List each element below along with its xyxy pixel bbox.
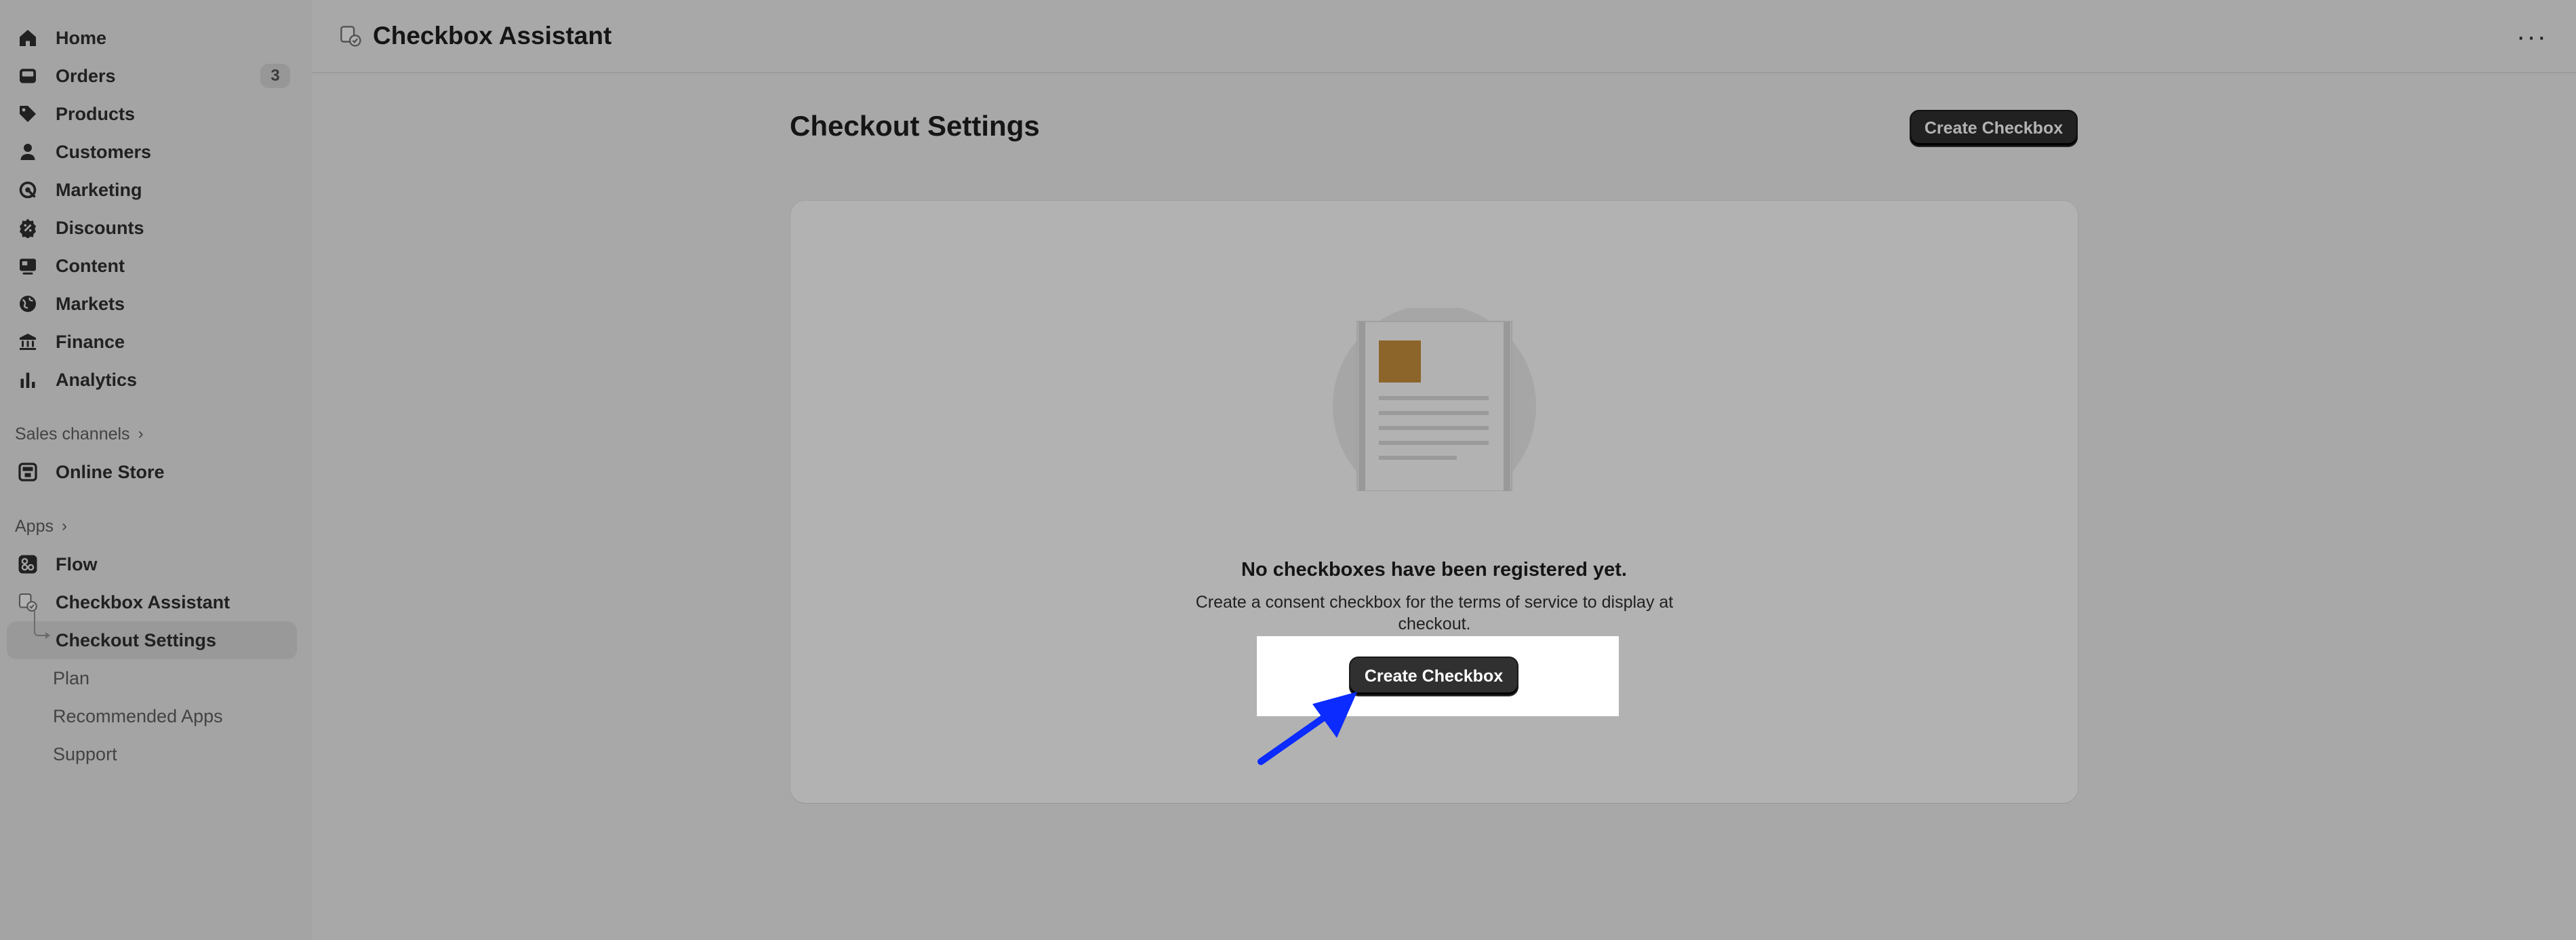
sidebar-item-support[interactable]: Support — [0, 735, 312, 773]
flow-icon — [16, 553, 39, 576]
chevron-right-icon: › — [61, 517, 67, 535]
sidebar-item-label: Checkout Settings — [56, 629, 217, 650]
sidebar-item-label: Content — [56, 255, 125, 276]
sidebar-item-plan[interactable]: Plan — [0, 659, 312, 697]
highlighted-create-checkbox-button[interactable]: Create Checkbox — [1349, 657, 1518, 696]
sidebar-item-flow[interactable]: Flow — [7, 545, 297, 583]
sidebar-item-recommended-apps[interactable]: Recommended Apps — [0, 697, 312, 735]
content-icon — [16, 254, 39, 277]
sidebar-item-label: Customers — [56, 141, 152, 162]
sidebar-item-label: Plan — [53, 667, 90, 688]
empty-state-heading: No checkboxes have been registered yet. — [1241, 559, 1627, 581]
sidebar-item-label: Analytics — [56, 369, 138, 390]
sidebar-item-online-store[interactable]: Online Store — [7, 453, 297, 491]
sidebar-item-content[interactable]: Content — [7, 247, 297, 285]
globe-icon — [16, 292, 39, 315]
more-actions-icon[interactable]: ··· — [2515, 22, 2549, 52]
sidebar-item-analytics[interactable]: Analytics — [7, 361, 297, 399]
sidebar-item-label: Recommended Apps — [53, 705, 223, 726]
discount-icon — [16, 216, 39, 239]
sidebar-item-label: Home — [56, 27, 107, 48]
apps-label: Apps — [15, 516, 54, 536]
tag-icon — [16, 102, 39, 125]
sales-channels-heading[interactable]: Sales channels › — [15, 418, 312, 450]
target-icon — [16, 178, 39, 201]
bank-icon — [16, 330, 39, 353]
document-illustration-icon — [1333, 308, 1536, 491]
sidebar-item-customers[interactable]: Customers — [7, 133, 297, 171]
sidebar-item-checkbox-assistant[interactable]: Checkbox Assistant — [7, 583, 297, 621]
page-title: Checkout Settings — [790, 110, 1040, 142]
bar-chart-icon — [16, 368, 39, 391]
checkbox-assistant-app-icon — [340, 26, 361, 47]
home-icon — [16, 26, 39, 50]
sidebar-item-label: Orders — [56, 65, 116, 86]
sidebar-item-discounts[interactable]: Discounts — [7, 209, 297, 247]
sidebar-item-finance[interactable]: Finance — [7, 323, 297, 361]
sidebar-item-checkout-settings[interactable]: Checkout Settings — [7, 609, 297, 659]
create-checkbox-button[interactable]: Create Checkbox — [1910, 110, 2078, 146]
sidebar: Home Orders 3 Products Customers Marketi… — [0, 0, 312, 940]
orders-count-badge: 3 — [260, 64, 290, 88]
sidebar-item-label: Checkbox Assistant — [56, 591, 230, 612]
sidebar-item-label: Marketing — [56, 179, 142, 200]
sidebar-item-label: Finance — [56, 331, 125, 352]
sidebar-item-orders[interactable]: Orders 3 — [7, 57, 297, 95]
sidebar-item-label: Discounts — [56, 217, 144, 238]
sidebar-item-products[interactable]: Products — [7, 95, 297, 133]
person-icon — [16, 140, 39, 163]
sales-channels-label: Sales channels — [15, 424, 130, 444]
store-icon — [16, 461, 39, 484]
sidebar-item-label: Products — [56, 103, 136, 124]
app-header: Checkbox Assistant ··· — [312, 0, 2576, 73]
sidebar-item-home[interactable]: Home — [7, 19, 297, 57]
orders-icon — [16, 64, 39, 87]
tree-connector — [34, 609, 50, 639]
apps-heading[interactable]: Apps › — [15, 510, 312, 543]
sidebar-item-markets[interactable]: Markets — [7, 285, 297, 323]
sidebar-item-label: Flow — [56, 553, 98, 574]
sidebar-item-label: Support — [53, 743, 117, 764]
empty-state-description: Create a consent checkbox for the terms … — [1195, 593, 1674, 633]
sidebar-item-label: Markets — [56, 293, 125, 314]
chevron-right-icon: › — [138, 425, 144, 443]
sidebar-item-label: Online Store — [56, 461, 165, 482]
sidebar-item-marketing[interactable]: Marketing — [7, 171, 297, 209]
app-title: Checkbox Assistant — [373, 22, 612, 50]
pointer-arrow-icon — [1257, 692, 1357, 765]
